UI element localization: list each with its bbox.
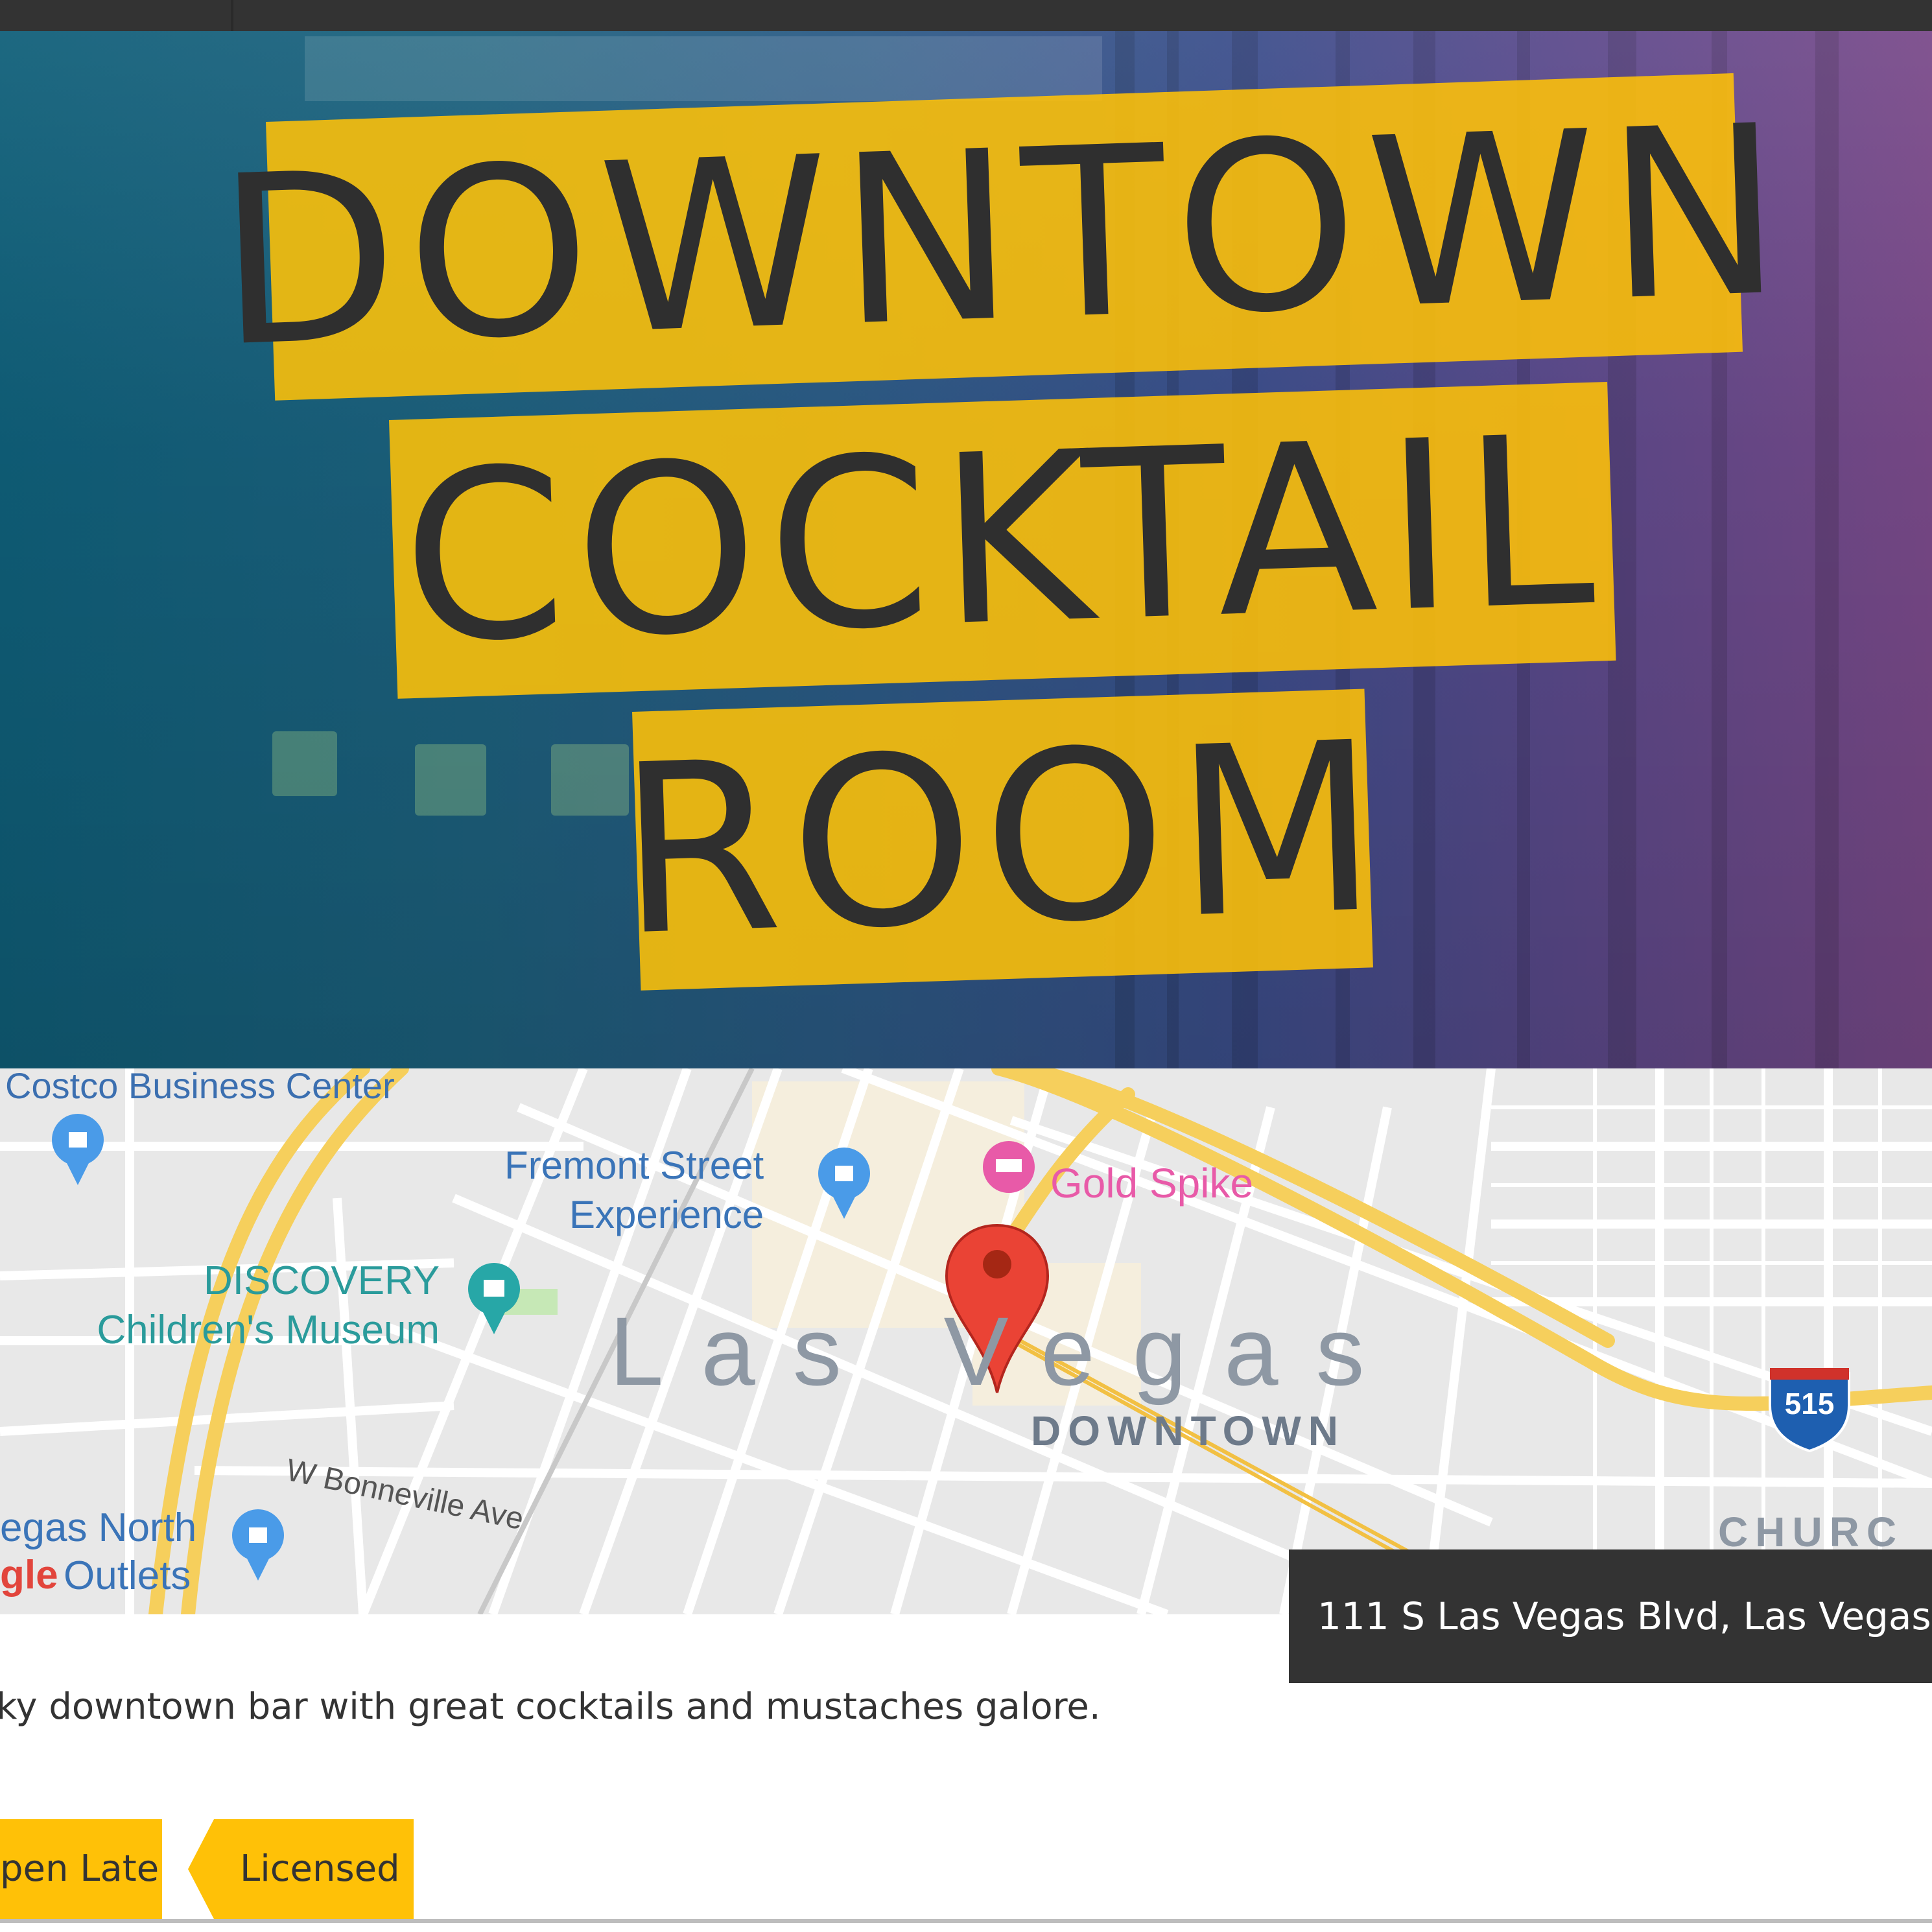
map-label-outlets-line1: egas North [0, 1505, 197, 1550]
hero-title-line-1: DOWNTOWN [214, 73, 1795, 401]
hero-title-line-3: ROOM [615, 689, 1390, 991]
hotel-poi-icon [983, 1141, 1035, 1193]
map-label-church: CHURC [1718, 1509, 1904, 1555]
hero-title-text: ROOM [615, 691, 1391, 987]
map-label-district: DOWNTOWN [1031, 1408, 1345, 1454]
map-label-fremont: Fremont Street Experience [485, 1141, 764, 1240]
bottom-divider [0, 1919, 1932, 1923]
shopping-poi-icon [52, 1114, 104, 1185]
tag-open-late[interactable]: pen Late [0, 1819, 162, 1919]
map-label-fremont-line1: Fremont Street [504, 1144, 764, 1187]
top-bar-divider [231, 0, 233, 31]
location-map[interactable]: Costco Business Center Fremont Street Ex… [0, 1068, 1932, 1614]
browser-top-bar [0, 0, 1932, 31]
map-label-discovery-line1: DISCOVERY [204, 1258, 440, 1303]
hero-title-text: COCKTAIL [398, 385, 1607, 695]
venue-description: ky downtown bar with great cocktails and… [0, 1686, 1101, 1728]
map-label-costco: Costco Business Center [5, 1068, 395, 1106]
shopping-poi-icon [232, 1509, 284, 1581]
address-box: 111 S Las Vegas Blvd, Las Vegas, N [1289, 1549, 1932, 1683]
map-label-city: Las Vegas [609, 1297, 1402, 1406]
tag-licensed[interactable]: Licensed [188, 1819, 414, 1919]
interstate-number: 515 [1784, 1387, 1835, 1420]
hero-banner: DOWNTOWN COCKTAIL ROOM [0, 31, 1932, 1068]
map-label-discovery-line2: Children's Museum [97, 1308, 440, 1352]
map-label-fremont-line2: Experience [569, 1193, 764, 1236]
map-label-discovery: DISCOVERY Children's Museum [43, 1256, 440, 1355]
map-label-gold-spike: Gold Spike [1050, 1160, 1254, 1207]
hero-title-text: DOWNTOWN [213, 75, 1795, 399]
hero-title-line-2: COCKTAIL [389, 381, 1616, 699]
google-logo: gle [0, 1553, 58, 1597]
